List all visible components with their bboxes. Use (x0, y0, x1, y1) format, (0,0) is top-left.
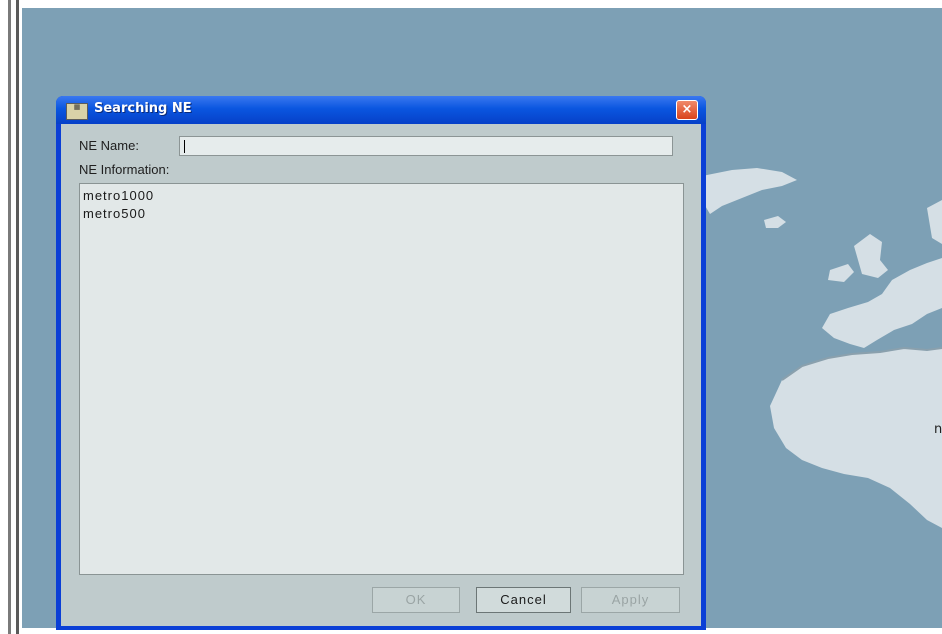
edge-line (16, 0, 19, 634)
ne-name-input[interactable] (179, 136, 673, 156)
ne-name-label: NE Name: (79, 138, 139, 153)
list-item[interactable]: metro1000 (83, 187, 680, 205)
cancel-button[interactable]: Cancel (476, 587, 571, 613)
ne-information-label: NE Information: (79, 162, 170, 177)
dialog-body: NE Name: NE Information: metro1000 metro… (61, 124, 701, 626)
close-button[interactable]: × (676, 100, 698, 120)
list-item[interactable]: metro500 (83, 205, 680, 223)
searching-ne-dialog: ▦ Searching NE × NE Name: NE Information… (56, 96, 706, 630)
ne-information-list[interactable]: metro1000 metro500 (79, 183, 684, 575)
dialog-titlebar[interactable]: ▦ Searching NE × (56, 96, 706, 124)
ok-button[interactable]: OK (372, 587, 460, 613)
app-icon: ▦ (66, 103, 88, 120)
text-caret (184, 140, 185, 153)
window-left-edge (0, 0, 22, 634)
edge-line (8, 0, 11, 634)
apply-button[interactable]: Apply (581, 587, 680, 613)
dialog-title: Searching NE (94, 101, 192, 116)
map-label: n (934, 422, 942, 437)
close-icon: × (681, 102, 693, 117)
